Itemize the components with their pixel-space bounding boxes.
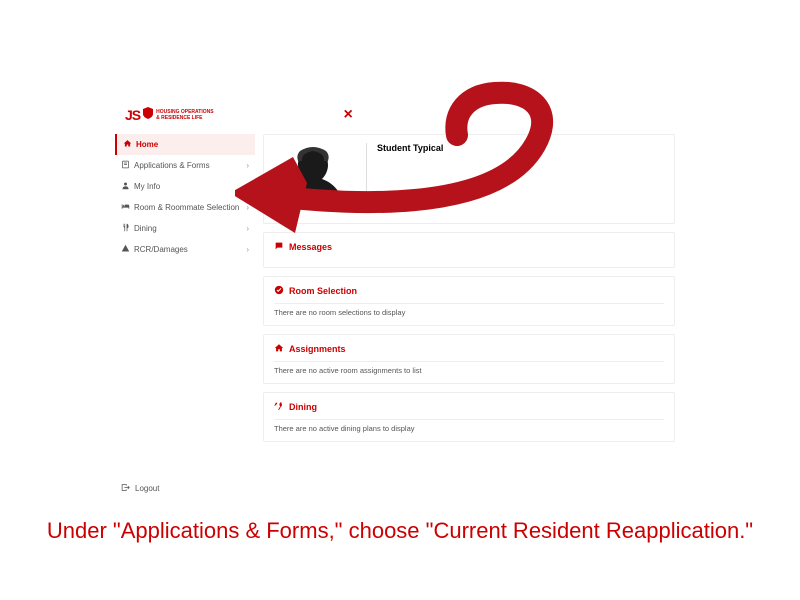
assignments-header: Assignments (274, 343, 664, 361)
header-row: JS HOUSING OPERATIONS & RESIDENCE LIFE × (115, 100, 675, 134)
bed-icon (121, 202, 130, 213)
dining-body: There are no active dining plans to disp… (274, 419, 664, 433)
utensils-icon (274, 401, 284, 413)
sidebar-label-dining: Dining (134, 224, 157, 233)
sidebar-label-applications: Applications & Forms (134, 161, 210, 170)
messages-title: Messages (289, 242, 332, 252)
check-circle-icon (274, 285, 284, 297)
photo-caption-line2: Unavailable (296, 198, 330, 204)
messages-section: Messages (263, 232, 675, 268)
sidebar-label-myinfo: My Info (134, 182, 160, 191)
logout-button[interactable]: Logout (115, 477, 255, 500)
sidebar-item-applications[interactable]: Applications & Forms › (115, 155, 255, 176)
dining-section: Dining There are no active dining plans … (263, 392, 675, 442)
chevron-right-icon: › (246, 245, 249, 254)
home-icon (123, 139, 132, 150)
room-selection-body: There are no room selections to display (274, 303, 664, 317)
sidebar-label-room: Room & Roommate Selection (134, 203, 239, 212)
chevron-right-icon: › (246, 224, 249, 233)
logo: JS HOUSING OPERATIONS & RESIDENCE LIFE (125, 106, 214, 124)
room-selection-header: Room Selection (274, 285, 664, 303)
instruction-text: Under "Applications & Forms," choose "Cu… (0, 517, 800, 545)
person-icon (121, 181, 130, 192)
student-name-column: Student Typical (366, 143, 443, 203)
chevron-right-icon: › (246, 161, 249, 170)
assignments-title: Assignments (289, 344, 346, 354)
form-icon (121, 160, 130, 171)
assignments-section: Assignments There are no active room ass… (263, 334, 675, 384)
sidebar-label-home: Home (136, 140, 158, 149)
sidebar: Home Applications & Forms › (115, 134, 255, 500)
logo-secondary-line2: & RESIDENCE LIFE (156, 115, 213, 121)
close-icon[interactable]: × (344, 106, 353, 124)
sidebar-item-myinfo[interactable]: My Info › (115, 176, 255, 197)
logo-main: JS (125, 107, 140, 123)
sidebar-item-dining[interactable]: Dining › (115, 218, 255, 239)
photo-caption-line1: Photo (305, 191, 322, 197)
logout-icon (121, 483, 130, 494)
logo-secondary: HOUSING OPERATIONS & RESIDENCE LIFE (156, 109, 213, 121)
sidebar-item-home[interactable]: Home (115, 134, 255, 155)
app-container: JS HOUSING OPERATIONS & RESIDENCE LIFE ×… (115, 100, 675, 500)
content-row: Home Applications & Forms › (115, 134, 675, 500)
utensils-icon (121, 223, 130, 234)
sidebar-item-rcr[interactable]: RCR/Damages › (115, 239, 255, 260)
sidebar-item-room[interactable]: Room & Roommate Selection › (115, 197, 255, 218)
logout-label: Logout (135, 484, 159, 493)
room-selection-title: Room Selection (289, 286, 357, 296)
main-area: Photo Unavailable Student Typical Messag… (263, 134, 675, 500)
chevron-right-icon: › (246, 203, 249, 212)
logo-shield-icon (143, 106, 153, 124)
profile-card: Photo Unavailable Student Typical (263, 134, 675, 224)
messages-header: Messages (274, 241, 664, 259)
student-name: Student Typical (377, 143, 443, 153)
chevron-right-icon: › (246, 182, 249, 191)
dining-header: Dining (274, 401, 664, 419)
house-icon (274, 343, 284, 355)
message-icon (274, 241, 284, 253)
dining-title: Dining (289, 402, 317, 412)
assignments-body: There are no active room assignments to … (274, 361, 664, 375)
sidebar-nav: Home Applications & Forms › (115, 134, 255, 260)
room-selection-section: Room Selection There are no room selecti… (263, 276, 675, 326)
profile-photo-unavailable: Photo Unavailable (274, 143, 352, 215)
warning-icon (121, 244, 130, 255)
sidebar-label-rcr: RCR/Damages (134, 245, 188, 254)
